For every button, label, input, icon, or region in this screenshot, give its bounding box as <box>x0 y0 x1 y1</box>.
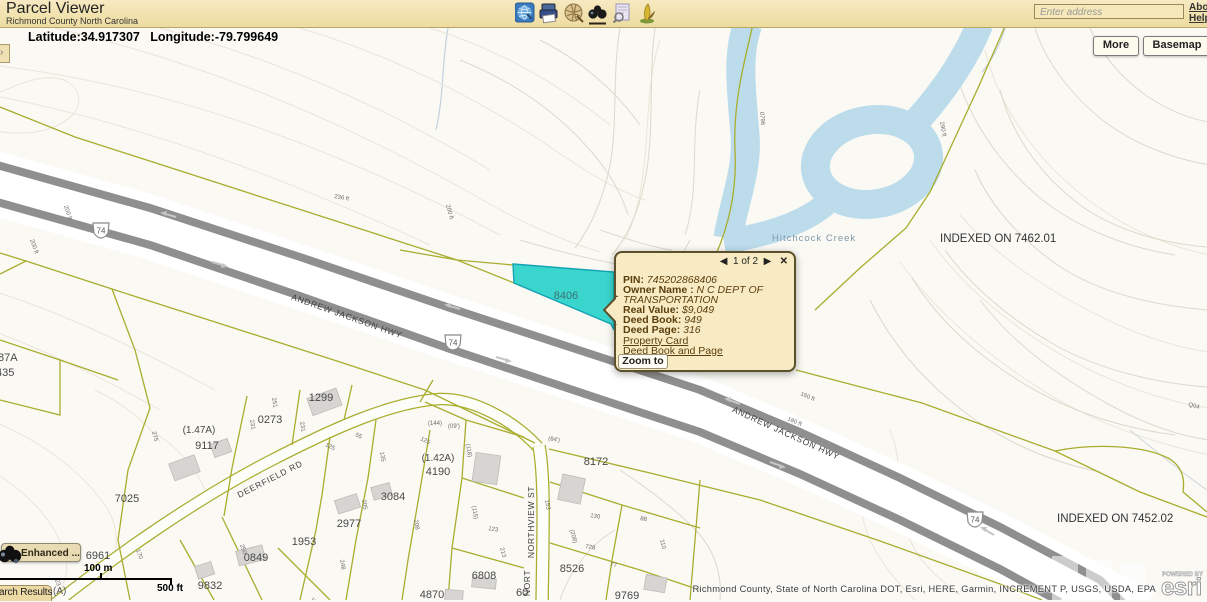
svg-text:0273: 0273 <box>258 414 282 426</box>
svg-text:74: 74 <box>449 339 458 348</box>
svg-text:NORT: NORT <box>522 570 532 596</box>
svg-text:87A: 87A <box>0 352 18 364</box>
svg-text:7025: 7025 <box>115 493 139 505</box>
svg-text:2977: 2977 <box>337 518 361 530</box>
svg-text:8526: 8526 <box>560 563 584 575</box>
svg-text:0849: 0849 <box>244 552 268 564</box>
svg-text:1953: 1953 <box>292 536 316 548</box>
svg-text:Hitchcock Creek: Hitchcock Creek <box>772 233 856 244</box>
svg-text:(09'): (09') <box>448 424 460 430</box>
svg-text:74: 74 <box>97 227 106 236</box>
svg-text:1299: 1299 <box>309 392 333 404</box>
svg-text:8172: 8172 <box>584 456 608 468</box>
svg-text:4190: 4190 <box>426 466 450 478</box>
svg-text:9769: 9769 <box>615 590 639 600</box>
svg-text:INDEXED ON 7452.02: INDEXED ON 7452.02 <box>1057 513 1173 525</box>
svg-text:(144): (144) <box>428 421 442 427</box>
svg-text:9832: 9832 <box>198 580 222 592</box>
svg-text:4870: 4870 <box>420 589 444 600</box>
svg-text:NORTHVIEW ST: NORTHVIEW ST <box>526 486 536 558</box>
svg-text:(1.42A): (1.42A) <box>422 453 455 464</box>
svg-text:0796: 0796 <box>758 112 765 126</box>
svg-text:6961: 6961 <box>86 550 110 562</box>
svg-text:6808: 6808 <box>472 570 496 582</box>
svg-text:9117: 9117 <box>195 440 219 452</box>
svg-text:74: 74 <box>971 516 980 525</box>
svg-text:(1.47A): (1.47A) <box>183 425 216 436</box>
svg-text:3084: 3084 <box>381 491 405 503</box>
svg-text:435: 435 <box>0 367 14 379</box>
svg-text:8406: 8406 <box>554 290 578 302</box>
svg-text:INDEXED ON 7462.01: INDEXED ON 7462.01 <box>940 233 1056 245</box>
